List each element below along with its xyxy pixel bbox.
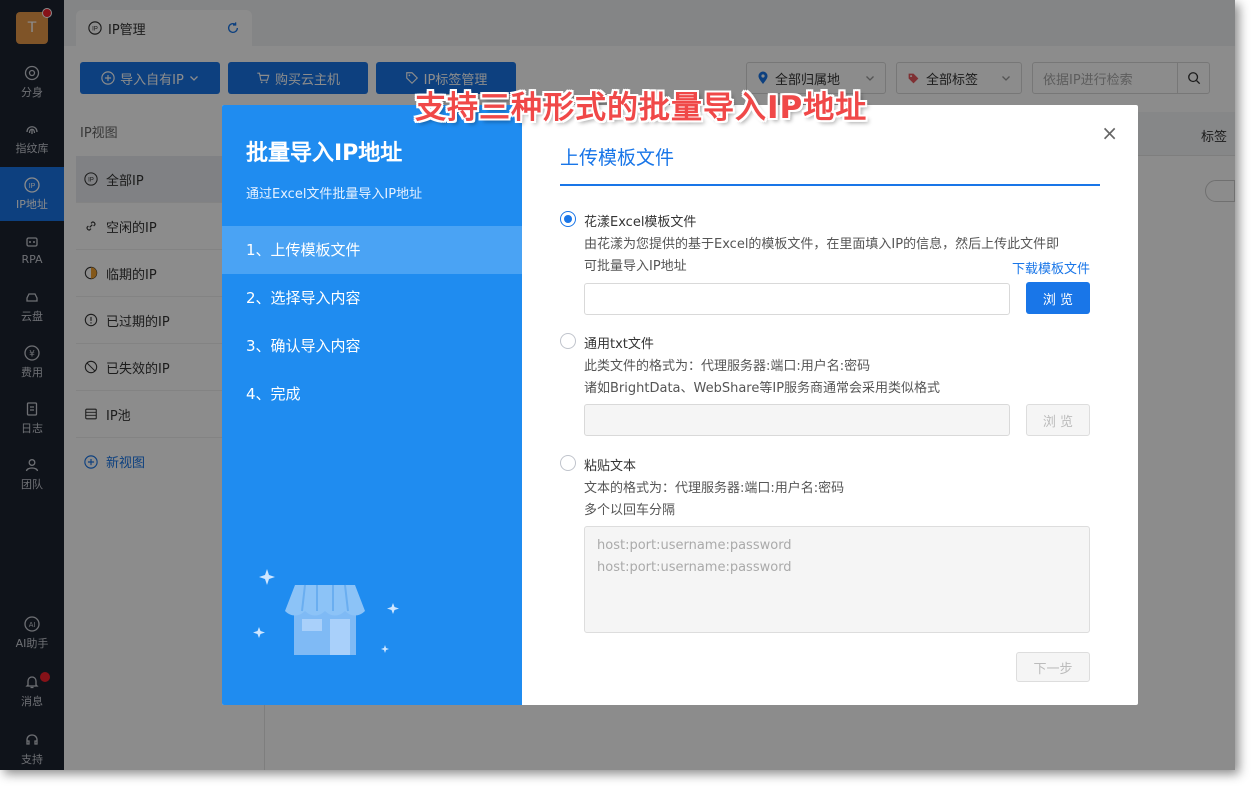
next-step-button[interactable]: 下一步 (1016, 652, 1090, 682)
textarea-placeholder-line: host:port:username:password (597, 560, 792, 575)
step-select-content: 2、选择导入内容 (246, 289, 361, 307)
section-underline (560, 184, 1100, 186)
txt-browse-button[interactable]: 浏 览 (1026, 404, 1090, 436)
option-txt-label: 通用txt文件 (584, 337, 654, 352)
option-excel-label: 花漾Excel模板文件 (584, 215, 697, 230)
dialog-title: 批量导入IP地址 (246, 141, 403, 166)
section-title: 上传模板文件 (560, 147, 675, 169)
store-illustration-icon (253, 569, 399, 655)
download-template-link[interactable]: 下载模板文件 (1012, 258, 1090, 277)
option-txt-desc-line1: 此类文件的格式为：代理服务器:端口:用户名:密码 (584, 359, 871, 374)
dialog-steps-panel: 批量导入IP地址 通过Excel文件批量导入IP地址 1、上传模板文件 2、选择… (222, 105, 522, 705)
excel-file-input[interactable] (584, 283, 1010, 315)
app-window: T 分身 指纹库 IP IP地址 RPA 云盘 ¥ 费用 日志 团队 AI AI… (0, 0, 1235, 770)
option-paste-desc-line1: 文本的格式为：代理服务器:端口:用户名:密码 (584, 481, 845, 496)
batch-import-dialog: 批量导入IP地址 通过Excel文件批量导入IP地址 1、上传模板文件 2、选择… (222, 105, 1138, 705)
close-icon[interactable]: × (1101, 121, 1118, 145)
option-paste-desc-line2: 多个以回车分隔 (584, 503, 676, 518)
textarea-placeholder-line: host:port:username:password (597, 538, 792, 553)
step-upload-template: 1、上传模板文件 (222, 226, 522, 274)
excel-browse-button[interactable]: 浏 览 (1026, 282, 1090, 314)
option-paste-label: 粘贴文本 (584, 459, 637, 474)
step-complete: 4、完成 (246, 385, 301, 403)
option-txt-desc-line2: 诸如BrightData、WebShare等IP服务商通常会采用类似格式 (584, 381, 941, 396)
radio-excel-template[interactable] (560, 211, 576, 227)
option-excel-desc-line1: 由花漾为您提供的基于Excel的模板文件，在里面填入IP的信息，然后上传此文件即 (584, 237, 1060, 252)
paste-textarea[interactable]: host:port:username:password host:port:us… (584, 526, 1090, 633)
radio-txt-file[interactable] (560, 333, 576, 349)
radio-paste-text[interactable] (560, 455, 576, 471)
dialog-form-panel: 上传模板文件 × 花漾Excel模板文件 由花漾为您提供的基于Excel的模板文… (522, 105, 1138, 705)
txt-file-input[interactable] (584, 404, 1010, 436)
option-excel-desc-line2: 可批量导入IP地址 (584, 259, 687, 274)
annotation-caption: 支持三种形式的批量导入IP地址 (415, 90, 868, 126)
dialog-subtitle: 通过Excel文件批量导入IP地址 (246, 187, 423, 202)
step-confirm-content: 3、确认导入内容 (246, 337, 361, 355)
